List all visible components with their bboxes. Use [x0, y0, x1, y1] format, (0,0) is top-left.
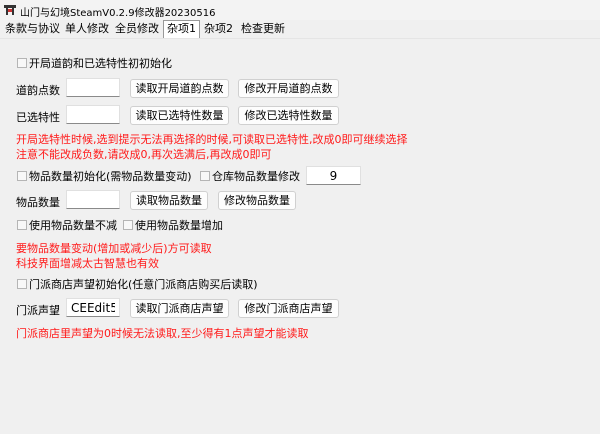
no-decrease-label: 使用物品数量不减: [29, 219, 117, 232]
daoyun-label: 道韵点数: [16, 84, 60, 97]
title-bar: 山门与幻境SteamV0.2.9修改器20230516: [0, 0, 600, 20]
read-item-button[interactable]: 读取物品数量: [130, 191, 208, 210]
read-daoyun-button[interactable]: 读取开局道韵点数: [130, 79, 229, 98]
app-icon: [4, 5, 16, 15]
trait-note-2: 注意不能改成负数,请改成0,再次选满后,再改成0即可: [16, 148, 272, 161]
tab-terms[interactable]: 条款与协议: [2, 21, 63, 38]
warehouse-checkbox[interactable]: [200, 171, 210, 181]
modify-item-button[interactable]: 修改物品数量: [218, 191, 296, 210]
item-note-1: 要物品数量变动(增加或减少后)方可读取: [16, 242, 212, 255]
init-item-checkbox[interactable]: [17, 171, 27, 181]
init-rep-checkbox[interactable]: [17, 279, 27, 289]
init-rep-label: 门派商店声望初始化(任意门派商店购买后读取): [29, 278, 258, 291]
warehouse-label: 仓库物品数量修改: [212, 170, 300, 183]
tab-misc1[interactable]: 杂项1: [163, 20, 200, 38]
daoyun-input[interactable]: [66, 78, 120, 97]
modify-trait-button[interactable]: 修改已选特性数量: [238, 106, 339, 125]
no-decrease-checkbox[interactable]: [17, 220, 27, 230]
trait-label: 已选特性: [16, 111, 60, 124]
init-daoyun-checkbox[interactable]: [17, 58, 27, 68]
increase-label: 使用物品数量增加: [135, 219, 223, 232]
rep-note: 门派商店里声望为0时候无法读取,至少得有1点声望才能读取: [16, 327, 309, 340]
tab-single-edit[interactable]: 单人修改: [62, 21, 112, 38]
read-trait-button[interactable]: 读取已选特性数量: [130, 106, 229, 125]
warehouse-input[interactable]: [306, 166, 361, 185]
trait-note-1: 开局选特性时候,选到提示无法再选择的时候,可读取已选特性,改成0即可继续选择: [16, 133, 408, 146]
window-title: 山门与幻境SteamV0.2.9修改器20230516: [20, 8, 216, 19]
tab-bar: 条款与协议 单人修改 全员修改 杂项1 杂项2 检查更新: [0, 20, 600, 38]
item-note-2: 科技界面增减太古智慧也有效: [16, 257, 159, 270]
rep-label: 门派声望: [16, 304, 60, 317]
modify-rep-button[interactable]: 修改门派商店声望: [238, 299, 339, 318]
tab-check-update[interactable]: 检查更新: [238, 21, 288, 38]
init-daoyun-label: 开局道韵和已选特性初初始化: [29, 57, 172, 70]
item-input[interactable]: [66, 190, 120, 209]
increase-checkbox[interactable]: [123, 220, 133, 230]
trait-input[interactable]: [66, 105, 120, 124]
init-item-label: 物品数量初始化(需物品数量变动): [29, 170, 192, 183]
tab-misc2[interactable]: 杂项2: [201, 21, 236, 38]
item-label: 物品数量: [16, 196, 60, 209]
tab-all-edit[interactable]: 全员修改: [112, 21, 162, 38]
read-rep-button[interactable]: 读取门派商店声望: [130, 299, 229, 318]
rep-input[interactable]: [66, 298, 120, 317]
modify-daoyun-button[interactable]: 修改开局道韵点数: [238, 79, 339, 98]
